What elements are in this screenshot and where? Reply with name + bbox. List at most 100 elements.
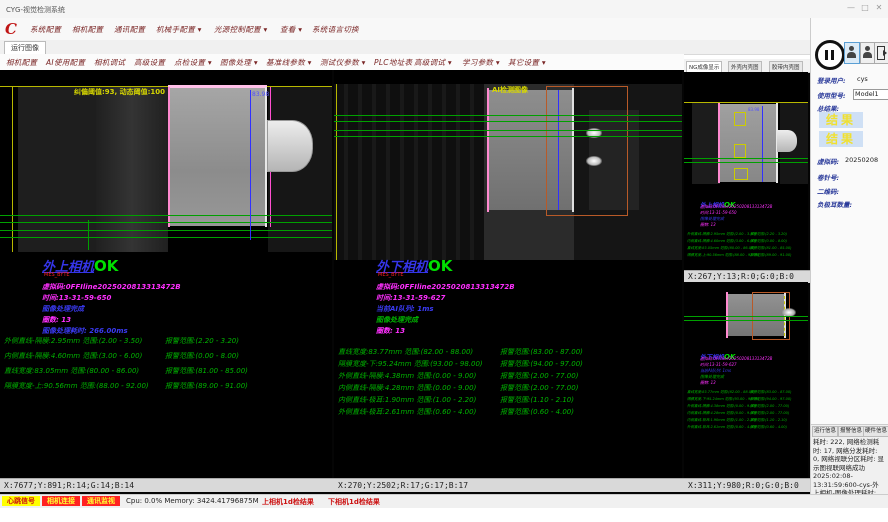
user-icon bbox=[861, 43, 874, 61]
tab-ng-image[interactable]: NG成像显示 bbox=[686, 61, 722, 72]
barcode-label: 虚拟码: bbox=[817, 156, 839, 166]
blue-measure-value: 83.98 bbox=[748, 107, 759, 112]
left-view-coordinates: X:7677;Y:891;R:14;G:14;B:14 bbox=[0, 478, 336, 492]
green-measure-line bbox=[0, 230, 332, 231]
camera-view-left[interactable]: 83.98 纠偏阈值:93, 动态阈值:100 外上相机OK MES_BYTE … bbox=[0, 70, 332, 478]
tool-advanced-debug[interactable]: 高级调试 ▾ bbox=[414, 57, 452, 68]
lower-camera-result: 下相机1d检结果 bbox=[328, 497, 380, 507]
needle-label: 卷针号: bbox=[817, 172, 839, 182]
small-bottom-coordinates: X:311;Y:980;R:0;G:0;B:0 bbox=[684, 478, 812, 492]
logout-button[interactable] bbox=[874, 42, 888, 64]
left-process-time: 图像处理耗时: 266.00ms bbox=[42, 326, 128, 336]
menu-camera-config[interactable]: 相机配置 bbox=[72, 24, 103, 35]
alarm-range: 报警范围:(1.10 - 2.10) bbox=[500, 395, 574, 405]
cpu-memory-status: Cpu: 0.0% Memory: 3424.41796875M bbox=[126, 497, 259, 505]
info-panel: 运行信息 报警信息 硬件信息 耗时: 222, 网络检测耗时: 17, 网络分发… bbox=[811, 424, 888, 495]
left-barcode: 虚拟码:0FFIline2025020813313472B bbox=[42, 282, 181, 292]
login-user-label: 登录用户: bbox=[817, 75, 846, 85]
alarm-range: 报警范围:(81.00 - 85.00) bbox=[165, 366, 248, 376]
tab-tape-inner-image[interactable]: 胶带内壳图 bbox=[769, 61, 803, 72]
electrode-tab bbox=[777, 130, 797, 152]
mid-camera-status: OK bbox=[428, 257, 452, 275]
pause-button[interactable] bbox=[815, 40, 845, 70]
camera-link-indicator: 相机连接 bbox=[42, 496, 80, 506]
tool-advanced-settings[interactable]: 高级设置 bbox=[134, 57, 165, 68]
menu-comm-config[interactable]: 通讯配置 bbox=[114, 24, 145, 35]
upper-camera-result: 上相机1d检结果 bbox=[262, 497, 314, 507]
qrcode-label: 二维码: bbox=[817, 186, 839, 196]
mini-measurement: 内侧直线-隔膜:4.60mm 范围:(3.00 - 6.00) bbox=[687, 239, 756, 244]
green-measure-line bbox=[684, 316, 808, 317]
mid-barcode: 虚拟码:0FFIline2025020813313472B bbox=[376, 282, 515, 292]
mini-measurement: 外侧直线-隔膜:4.38mm 范围:(0.00 - 9.00) bbox=[687, 404, 756, 409]
info-tab-alarm[interactable]: 报警信息 bbox=[838, 426, 864, 437]
alarm-range: 报警范围:(2.20 - 3.20) bbox=[165, 336, 239, 346]
menu-system-config[interactable]: 系统配置 bbox=[30, 24, 61, 35]
mini-scene-band bbox=[692, 102, 720, 184]
minimize-button[interactable]: — bbox=[844, 3, 858, 12]
green-measure-line bbox=[0, 215, 332, 216]
blue-measure-value: 83.98 bbox=[252, 91, 269, 98]
mini-measurement: 外侧直线-隔膜:2.95mm 范围:(2.00 - 3.50) bbox=[687, 232, 756, 237]
alarm-range: 报警范围:(0.60 - 4.00) bbox=[500, 407, 574, 417]
app-logo-icon: C bbox=[5, 20, 17, 38]
tool-camera-debug[interactable]: 相机调试 bbox=[94, 57, 125, 68]
tool-other-settings[interactable]: 其它设置 ▾ bbox=[508, 57, 546, 68]
green-measure-line bbox=[334, 130, 682, 131]
tool-learn-params[interactable]: 学习参数 ▾ bbox=[462, 57, 500, 68]
green-measure-line bbox=[334, 121, 682, 122]
menu-light-config[interactable]: 光源控制配置 ▾ bbox=[214, 24, 268, 35]
tool-image-process[interactable]: 图像处理 ▾ bbox=[220, 57, 258, 68]
menu-view[interactable]: 查看 ▾ bbox=[280, 24, 302, 35]
info-tab-hardware[interactable]: 硬件信息 bbox=[863, 426, 888, 437]
measurement-value: 外侧直线-隔膜:4.38mm 范围:(0.00 - 9.00) bbox=[338, 371, 476, 381]
tool-test-params[interactable]: 测试仪参数 ▾ bbox=[320, 57, 366, 68]
alarm-range: 报警范围:(83.00 - 87.00) bbox=[500, 347, 583, 357]
left-scene-band bbox=[96, 86, 168, 252]
mini-alarm: 报警范围:(2.20 - 3.20) bbox=[750, 232, 787, 237]
maximize-button[interactable]: □ bbox=[858, 3, 872, 12]
green-measure-line bbox=[334, 115, 682, 116]
blue-measure-line bbox=[558, 90, 559, 210]
login-user-button[interactable] bbox=[844, 42, 860, 64]
mini-measurement: 内侧直线-极耳:1.90mm 范围:(1.00 - 2.20) bbox=[687, 418, 756, 423]
close-button[interactable]: ✕ bbox=[872, 3, 886, 12]
mid-loop-count: 圈数: 13 bbox=[376, 326, 405, 336]
mini-alarm: 报警范围:(0.00 - 8.00) bbox=[750, 239, 787, 244]
heartbeat-indicator: 心跳信号 bbox=[2, 496, 40, 506]
tool-spot-check[interactable]: 点检设置 ▾ bbox=[174, 57, 212, 68]
menu-robot-config[interactable]: 机械手配置 ▾ bbox=[156, 24, 202, 35]
model-select[interactable]: Model1 bbox=[853, 89, 888, 100]
mini-alarm: 报警范围:(94.00 - 97.00) bbox=[750, 397, 791, 402]
green-measure-line bbox=[684, 320, 808, 321]
green-measure-line bbox=[0, 222, 332, 223]
yellow-roi-box bbox=[734, 112, 746, 126]
electrode-tab bbox=[267, 120, 313, 172]
threshold-overlay-label: 纠偏阈值:93, 动态阈值:100 bbox=[74, 87, 165, 97]
tool-camera-config[interactable]: 相机配置 bbox=[6, 57, 37, 68]
camera-view-middle[interactable]: AI检测图像 外下相机OK MES_BYTE 虚拟码:0FFIline20250… bbox=[334, 70, 682, 478]
menu-language-switch[interactable]: 系统语言切换 bbox=[312, 24, 359, 35]
mini-measurement: 直线宽度:83.05mm 范围:(80.00 - 86.00) bbox=[687, 246, 755, 251]
mini-alarm: 报警范围:(89.00 - 91.00) bbox=[750, 253, 791, 258]
camera-view-small-bottom[interactable]: 外下相机OK 虚拟码:0FFIline2025020813313472B 时间:… bbox=[684, 282, 808, 478]
tab-outer-inner-image[interactable]: 外壳内壳图 bbox=[728, 61, 762, 72]
left-scene-band bbox=[18, 86, 96, 252]
mini-measurement: 外侧直线-极耳:2.61mm 范围:(0.60 - 4.00) bbox=[687, 425, 756, 430]
measurement-value: 外侧直线-极耳:2.61mm 范围:(0.60 - 4.00) bbox=[338, 407, 476, 417]
tab-run-image[interactable]: 运行图像 bbox=[4, 41, 46, 55]
mini-alarm: 报警范围:(2.00 - 77.00) bbox=[750, 411, 789, 416]
measurement-value: 内侧直线-极耳:1.90mm 范围:(1.00 - 2.20) bbox=[338, 395, 476, 405]
tool-plc-table[interactable]: PLC地址表 bbox=[374, 57, 412, 68]
login-user-value: cys bbox=[857, 75, 868, 83]
blue-measure-line bbox=[250, 90, 251, 240]
mini-measurement: 直线宽度:83.77mm 范围:(82.00 - 88.00) bbox=[687, 390, 755, 395]
tool-ai-config[interactable]: AI使用配置 bbox=[46, 57, 85, 68]
tool-baseline-params[interactable]: 基准线参数 ▾ bbox=[266, 57, 312, 68]
camera-view-small-top[interactable]: 83.98 外上相机OK 虚拟码:0FFIline202502081331347… bbox=[684, 72, 808, 270]
info-tab-run[interactable]: 运行信息 bbox=[812, 426, 838, 437]
mini-loop-count: 圈数: 13 bbox=[700, 222, 716, 228]
measurement-value: 直线宽度:83.77mm 范围:(82.00 - 88.00) bbox=[338, 347, 473, 357]
mini-measurement: 隔膜宽度-下:95.24mm 范围:(93.00 - 98.00) bbox=[687, 397, 759, 402]
measurement-value: 隔膜宽度-上:90.56mm 范围:(88.00 - 92.00) bbox=[4, 381, 149, 391]
